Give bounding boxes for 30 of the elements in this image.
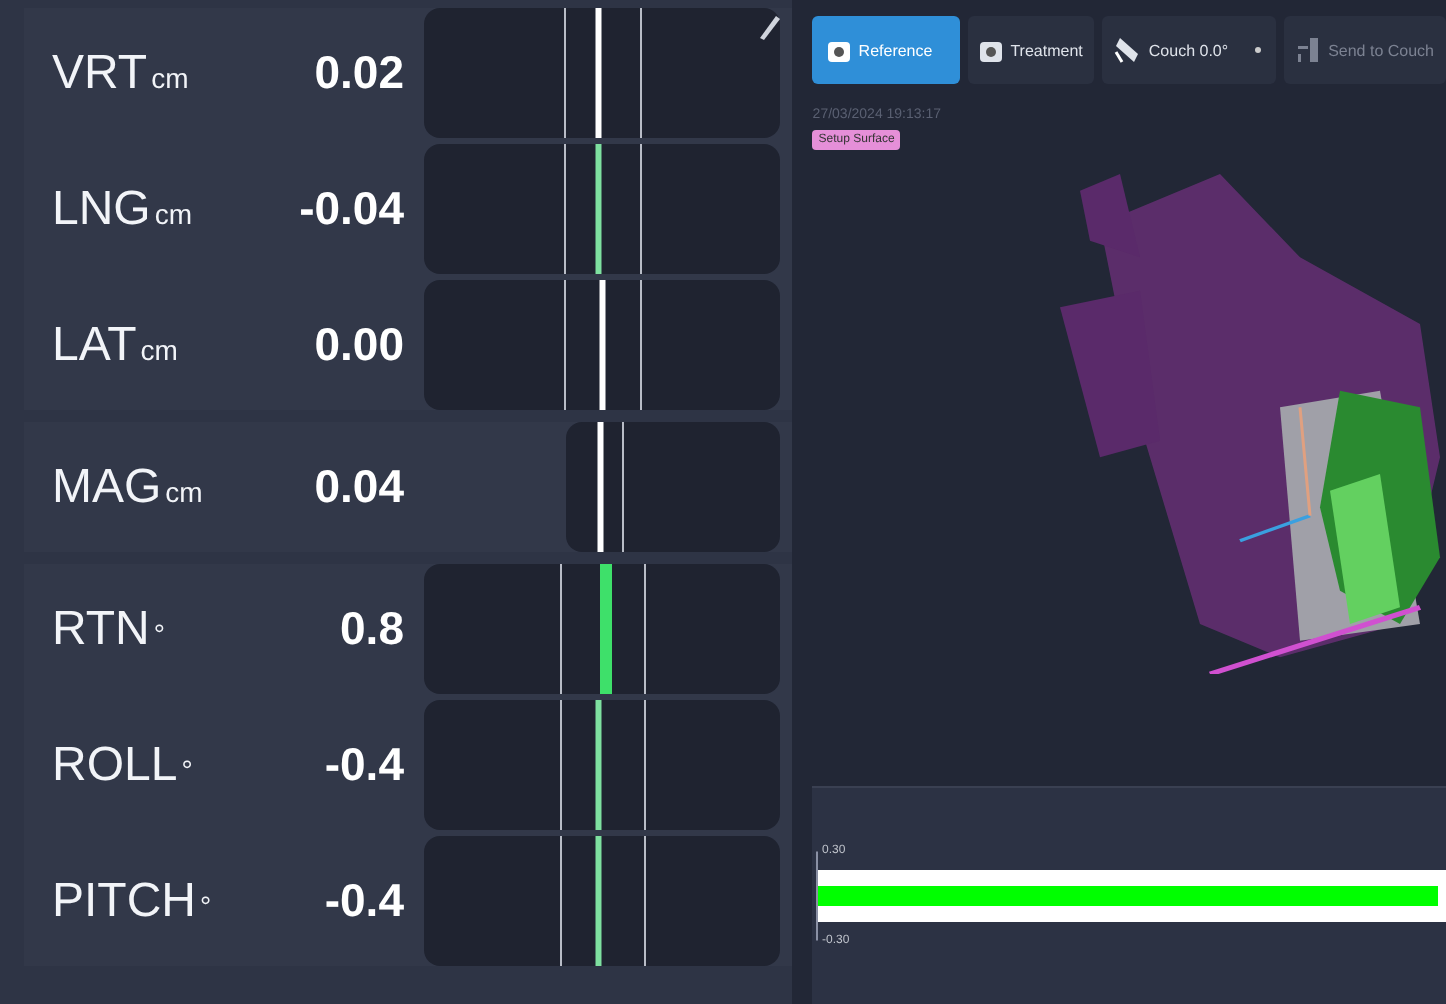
axis-label: VRT xyxy=(52,45,148,101)
unit-label: ° xyxy=(153,617,165,649)
camera-icon xyxy=(980,39,1003,61)
unit-label: cm xyxy=(151,61,189,93)
couch-icon xyxy=(1114,36,1141,64)
value-readout: 0.02 xyxy=(312,46,406,100)
value-readout: 0.8 xyxy=(338,602,406,656)
value-readout: -0.04 xyxy=(297,182,406,236)
axis-label: MAG xyxy=(52,459,162,515)
axis-label: ROLL xyxy=(52,737,178,793)
value-readout: -0.4 xyxy=(322,738,406,792)
toolbar-button[interactable]: Couch 0.0° xyxy=(1102,16,1277,84)
axis-label: LNG xyxy=(52,181,151,237)
axis-label: RTN xyxy=(52,601,150,657)
unit-label: ° xyxy=(181,753,193,785)
pencil-icon[interactable] xyxy=(760,16,781,40)
unit-label: ° xyxy=(200,889,212,921)
unit-label: cm xyxy=(154,197,193,229)
value-readout: 0.00 xyxy=(312,318,406,372)
unit-label: cm xyxy=(140,333,178,365)
dropdown-icon xyxy=(1252,46,1265,54)
axis-label: LAT xyxy=(52,317,137,373)
axis-label: PITCH xyxy=(52,873,196,929)
couch-height-icon xyxy=(1296,38,1321,62)
camera-icon xyxy=(828,39,851,61)
toolbar-button[interactable]: Treatment xyxy=(968,16,1095,84)
value-readout: 0.04 xyxy=(312,460,406,514)
y-axis xyxy=(816,850,819,942)
unit-label: cm xyxy=(165,475,203,507)
value-readout: -0.4 xyxy=(322,874,406,928)
